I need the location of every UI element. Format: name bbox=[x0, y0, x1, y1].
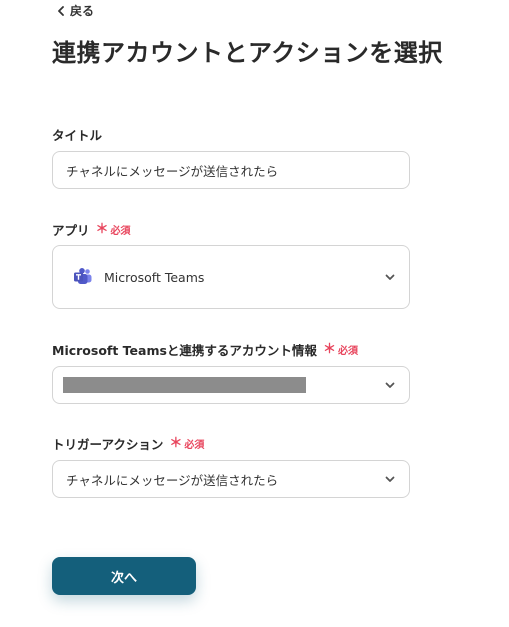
trigger-field-label: トリガーアクション ＊ 必須 bbox=[52, 434, 204, 453]
masked-account-value bbox=[63, 377, 306, 393]
trigger-select-value: チャネルにメッセージが送信されたら bbox=[66, 472, 279, 488]
chevron-down-icon bbox=[385, 274, 395, 280]
required-badge: ＊ 必須 bbox=[169, 436, 204, 451]
chevron-left-icon bbox=[58, 5, 64, 16]
app-select-value: Microsoft Teams bbox=[104, 269, 205, 285]
required-text: 必須 bbox=[184, 440, 205, 451]
asterisk-icon: ＊ bbox=[95, 222, 109, 237]
next-button[interactable]: 次へ bbox=[52, 557, 196, 595]
title-label-text: タイトル bbox=[52, 128, 103, 143]
required-text: 必須 bbox=[110, 226, 131, 237]
back-link[interactable]: 戻る bbox=[57, 2, 94, 19]
account-label-text: Microsoft Teamsと連携するアカウント情報 bbox=[52, 343, 317, 358]
trigger-select[interactable]: チャネルにメッセージが送信されたら bbox=[52, 460, 410, 498]
app-label-text: アプリ bbox=[52, 223, 90, 238]
app-select[interactable]: Microsoft Teams bbox=[52, 245, 410, 309]
back-label: 戻る bbox=[70, 4, 95, 18]
required-badge: ＊ 必須 bbox=[323, 342, 358, 357]
chevron-down-icon bbox=[385, 382, 395, 388]
title-field-label: タイトル bbox=[52, 125, 102, 144]
trigger-label-text: トリガーアクション bbox=[52, 437, 164, 452]
app-field-label: アプリ ＊ 必須 bbox=[52, 220, 131, 239]
asterisk-icon: ＊ bbox=[322, 342, 336, 357]
page-title: 連携アカウントとアクションを選択 bbox=[52, 39, 443, 67]
account-select[interactable] bbox=[52, 366, 410, 404]
account-field-label: Microsoft Teamsと連携するアカウント情報 ＊ 必須 bbox=[52, 340, 358, 359]
title-input-value: チャネルにメッセージが送信されたら bbox=[66, 163, 279, 179]
asterisk-icon: ＊ bbox=[169, 436, 183, 451]
required-badge: ＊ 必須 bbox=[96, 222, 131, 237]
page: 戻る 連携アカウントとアクションを選択 タイトル チャネルにメッセージが送信され… bbox=[0, 0, 509, 627]
required-text: 必須 bbox=[337, 346, 358, 357]
chevron-down-icon bbox=[385, 476, 395, 482]
title-input[interactable]: チャネルにメッセージが送信されたら bbox=[52, 151, 410, 189]
microsoft-teams-icon bbox=[74, 268, 92, 284]
